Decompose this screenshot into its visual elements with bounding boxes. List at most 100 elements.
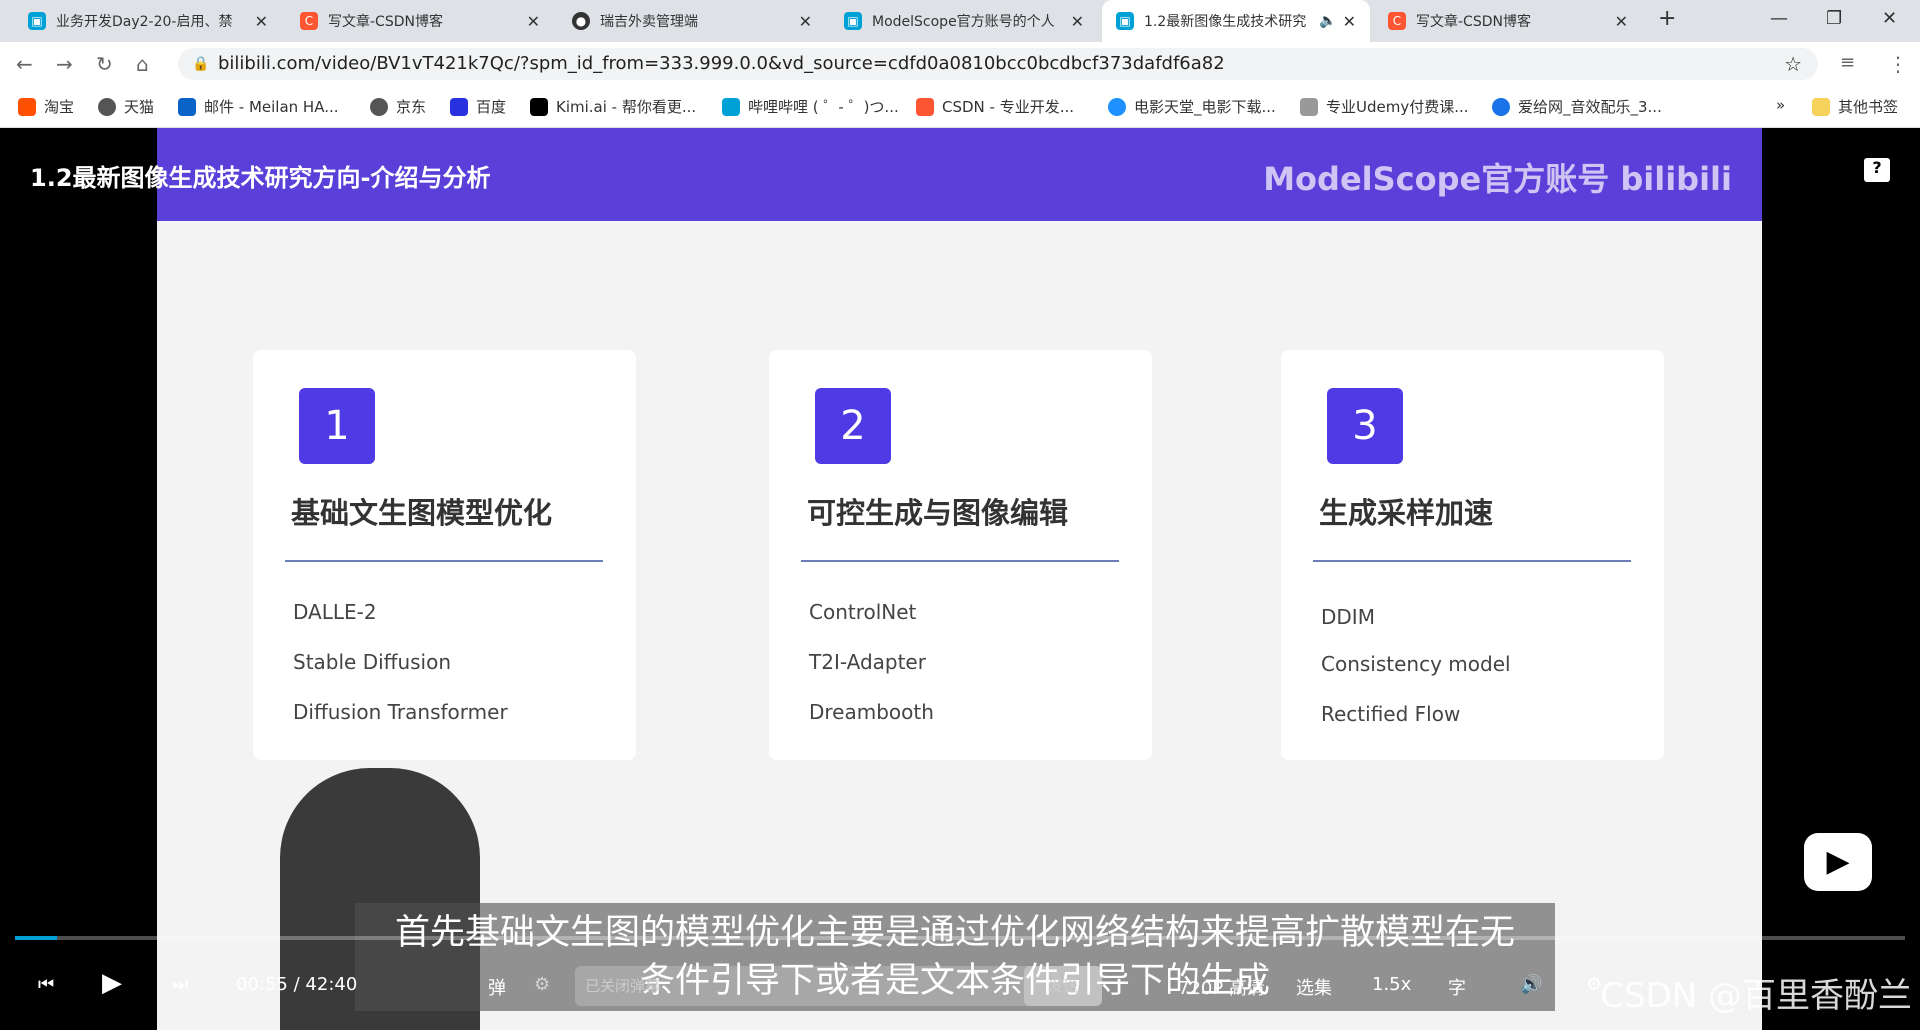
url-bar[interactable]: 🔒 bilibili.com/video/BV1vT421k7Qc/?spm_id… — [178, 48, 1818, 80]
lock-icon: 🔒 — [192, 56, 210, 72]
close-window-button[interactable]: ✕ — [1882, 8, 1897, 29]
bookmark-jd[interactable]: 京东 — [370, 96, 426, 117]
card-number: 1 — [299, 388, 375, 464]
close-icon[interactable]: ✕ — [527, 12, 540, 31]
close-icon[interactable]: ✕ — [1071, 12, 1084, 31]
url-text: bilibili.com/video/BV1vT421k7Qc/?spm_id_… — [218, 53, 1225, 74]
bookmark-label: 哔哩哔哩 ( ゜- ゜)つ... — [748, 98, 899, 116]
bilibili-icon: ▣ — [844, 12, 862, 30]
tab-title: 写文章-CSDN博客 — [328, 14, 443, 30]
card-item: Dreambooth — [809, 700, 934, 724]
play-icon[interactable]: ▶ — [102, 968, 122, 998]
danmaku-placeholder: 已关闭弹幕 — [585, 977, 661, 995]
bookmark-label: CSDN - 专业开发... — [942, 98, 1075, 116]
movie-icon — [1108, 97, 1126, 116]
more-bookmarks-button[interactable]: » — [1776, 96, 1785, 114]
tab-3[interactable]: ▣ ModelScope官方账号的个人 ✕ — [830, 0, 1098, 42]
close-icon[interactable]: ✕ — [255, 12, 268, 31]
bookmark-label: 淘宝 — [44, 98, 75, 116]
help-icon[interactable]: ? — [1864, 158, 1890, 182]
tab-title: 业务开发Day2-20-启用、禁 — [56, 14, 233, 30]
card-number: 2 — [815, 388, 891, 464]
close-icon[interactable]: ✕ — [1343, 12, 1356, 31]
tab-5[interactable]: C 写文章-CSDN博客 ✕ — [1374, 0, 1642, 42]
globe-icon — [98, 97, 116, 116]
close-icon[interactable]: ✕ — [1615, 12, 1628, 31]
brand-logo: ModelScope官方账号 bilibili — [1263, 160, 1732, 198]
bookmark-mail[interactable]: 邮件 - Meilan HA... — [178, 96, 339, 117]
divider — [801, 560, 1119, 562]
new-tab-button[interactable]: + — [1658, 6, 1676, 31]
tab-strip: ▣ 业务开发Day2-20-启用、禁 ✕ C 写文章-CSDN博客 ✕ ● 瑞吉外卖管理端… — [0, 0, 1920, 42]
bookmark-label: 专业Udemy付费课... — [1326, 98, 1469, 116]
csdn-icon — [916, 97, 934, 116]
card-item: DALLE-2 — [293, 600, 377, 624]
current-time: 00:55 — [236, 974, 288, 995]
other-bookmarks[interactable]: 其他书签 — [1812, 96, 1898, 117]
episodes-button[interactable]: 选集 — [1296, 974, 1332, 1000]
bookmark-kimi[interactable]: Kimi.ai - 帮你看更... — [530, 96, 696, 117]
danmaku-settings-icon[interactable]: ⚙ — [534, 974, 550, 995]
card-title: 基础文生图模型优化 — [291, 496, 553, 530]
bookmark-aigei[interactable]: 爱给网_音效配乐_3... — [1492, 96, 1662, 117]
card-item: Stable Diffusion — [293, 650, 452, 674]
card-3: 3 生成采样加速 DDIM Consistency model Rectifie… — [1281, 350, 1664, 760]
csdn-watermark: CSDN @百里香酚兰 — [1600, 976, 1912, 1016]
progress-bar[interactable] — [15, 936, 1905, 940]
next-icon[interactable]: ⏭ — [172, 974, 188, 995]
bookmark-tmall[interactable]: 天猫 — [98, 96, 154, 117]
speed-button[interactable]: 1.5x — [1372, 974, 1411, 995]
menu-icon[interactable]: ⋮ — [1888, 52, 1908, 76]
bookmark-label: 其他书签 — [1838, 98, 1899, 116]
outlook-icon — [178, 97, 196, 116]
divider — [285, 560, 603, 562]
card-item: Rectified Flow — [1321, 702, 1461, 726]
star-icon[interactable]: ☆ — [1784, 48, 1802, 80]
previous-icon[interactable]: ⏮ — [38, 974, 54, 995]
bookmark-udemy[interactable]: 专业Udemy付费课... — [1300, 96, 1469, 117]
bookmarks-bar: 淘宝 天猫 邮件 - Meilan HA... 京东 百度 Kimi.ai - … — [0, 86, 1920, 128]
send-button[interactable]: 发送 — [1024, 966, 1102, 1006]
reload-icon[interactable]: ↻ — [96, 52, 113, 76]
subtitle-icon[interactable]: 字 — [1448, 974, 1466, 1000]
bookmark-baidu[interactable]: 百度 — [450, 96, 506, 117]
tab-0[interactable]: ▣ 业务开发Day2-20-启用、禁 ✕ — [14, 0, 282, 42]
restore-button[interactable]: ❐ — [1826, 8, 1842, 29]
udemy-icon — [1300, 97, 1318, 116]
card-item: ControlNet — [809, 600, 917, 624]
bookmark-taobao[interactable]: 淘宝 — [18, 96, 74, 117]
minimize-button[interactable]: — — [1770, 8, 1788, 29]
csdn-icon: C — [300, 12, 318, 30]
duration: 42:40 — [305, 974, 358, 995]
tab-4-active[interactable]: ▣ 1.2最新图像生成技术研究 🔈 ✕ — [1102, 0, 1370, 42]
speaker-icon[interactable]: 🔈 — [1319, 13, 1336, 29]
kimi-icon — [530, 97, 548, 116]
globe-icon — [370, 97, 388, 116]
card-item: T2I-Adapter — [809, 650, 926, 674]
media-control-icon[interactable]: ≡ — [1840, 52, 1855, 73]
bookmark-label: 爱给网_音效配乐_3... — [1518, 98, 1662, 116]
volume-icon[interactable]: 🔊 — [1520, 974, 1542, 995]
back-icon[interactable]: ← — [16, 52, 33, 76]
bookmark-label: 百度 — [476, 98, 507, 116]
tab-title: 1.2最新图像生成技术研究 — [1144, 14, 1307, 30]
tab-1[interactable]: C 写文章-CSDN博客 ✕ — [286, 0, 554, 42]
tab-title: 瑞吉外卖管理端 — [600, 14, 698, 30]
bookmark-label: 邮件 - Meilan HA... — [204, 98, 339, 116]
bilibili-tv-icon[interactable]: ▶ — [1804, 833, 1872, 891]
video-player[interactable]: ModelScope官方账号 bilibili 1 基础文生图模型优化 DALL… — [0, 128, 1920, 1030]
time-separator: / — [293, 974, 300, 995]
danmaku-toggle-icon[interactable]: 弹 — [488, 974, 506, 1000]
tab-2[interactable]: ● 瑞吉外卖管理端 ✕ — [558, 0, 826, 42]
card-item: Consistency model — [1321, 652, 1511, 676]
home-icon[interactable]: ⌂ — [136, 52, 149, 76]
bookmark-movie[interactable]: 电影天堂_电影下载... — [1108, 96, 1276, 117]
quality-button[interactable]: 720P 高清 — [1178, 974, 1265, 1000]
card-title: 生成采样加速 — [1319, 496, 1494, 530]
card-number: 3 — [1327, 388, 1403, 464]
bookmark-csdn[interactable]: CSDN - 专业开发... — [916, 96, 1074, 117]
close-icon[interactable]: ✕ — [799, 12, 812, 31]
forward-icon[interactable]: → — [56, 52, 73, 76]
bookmark-bilibili[interactable]: 哔哩哔哩 ( ゜- ゜)つ... — [722, 96, 899, 117]
danmaku-input[interactable]: 已关闭弹幕 发送 — [575, 966, 1102, 1006]
